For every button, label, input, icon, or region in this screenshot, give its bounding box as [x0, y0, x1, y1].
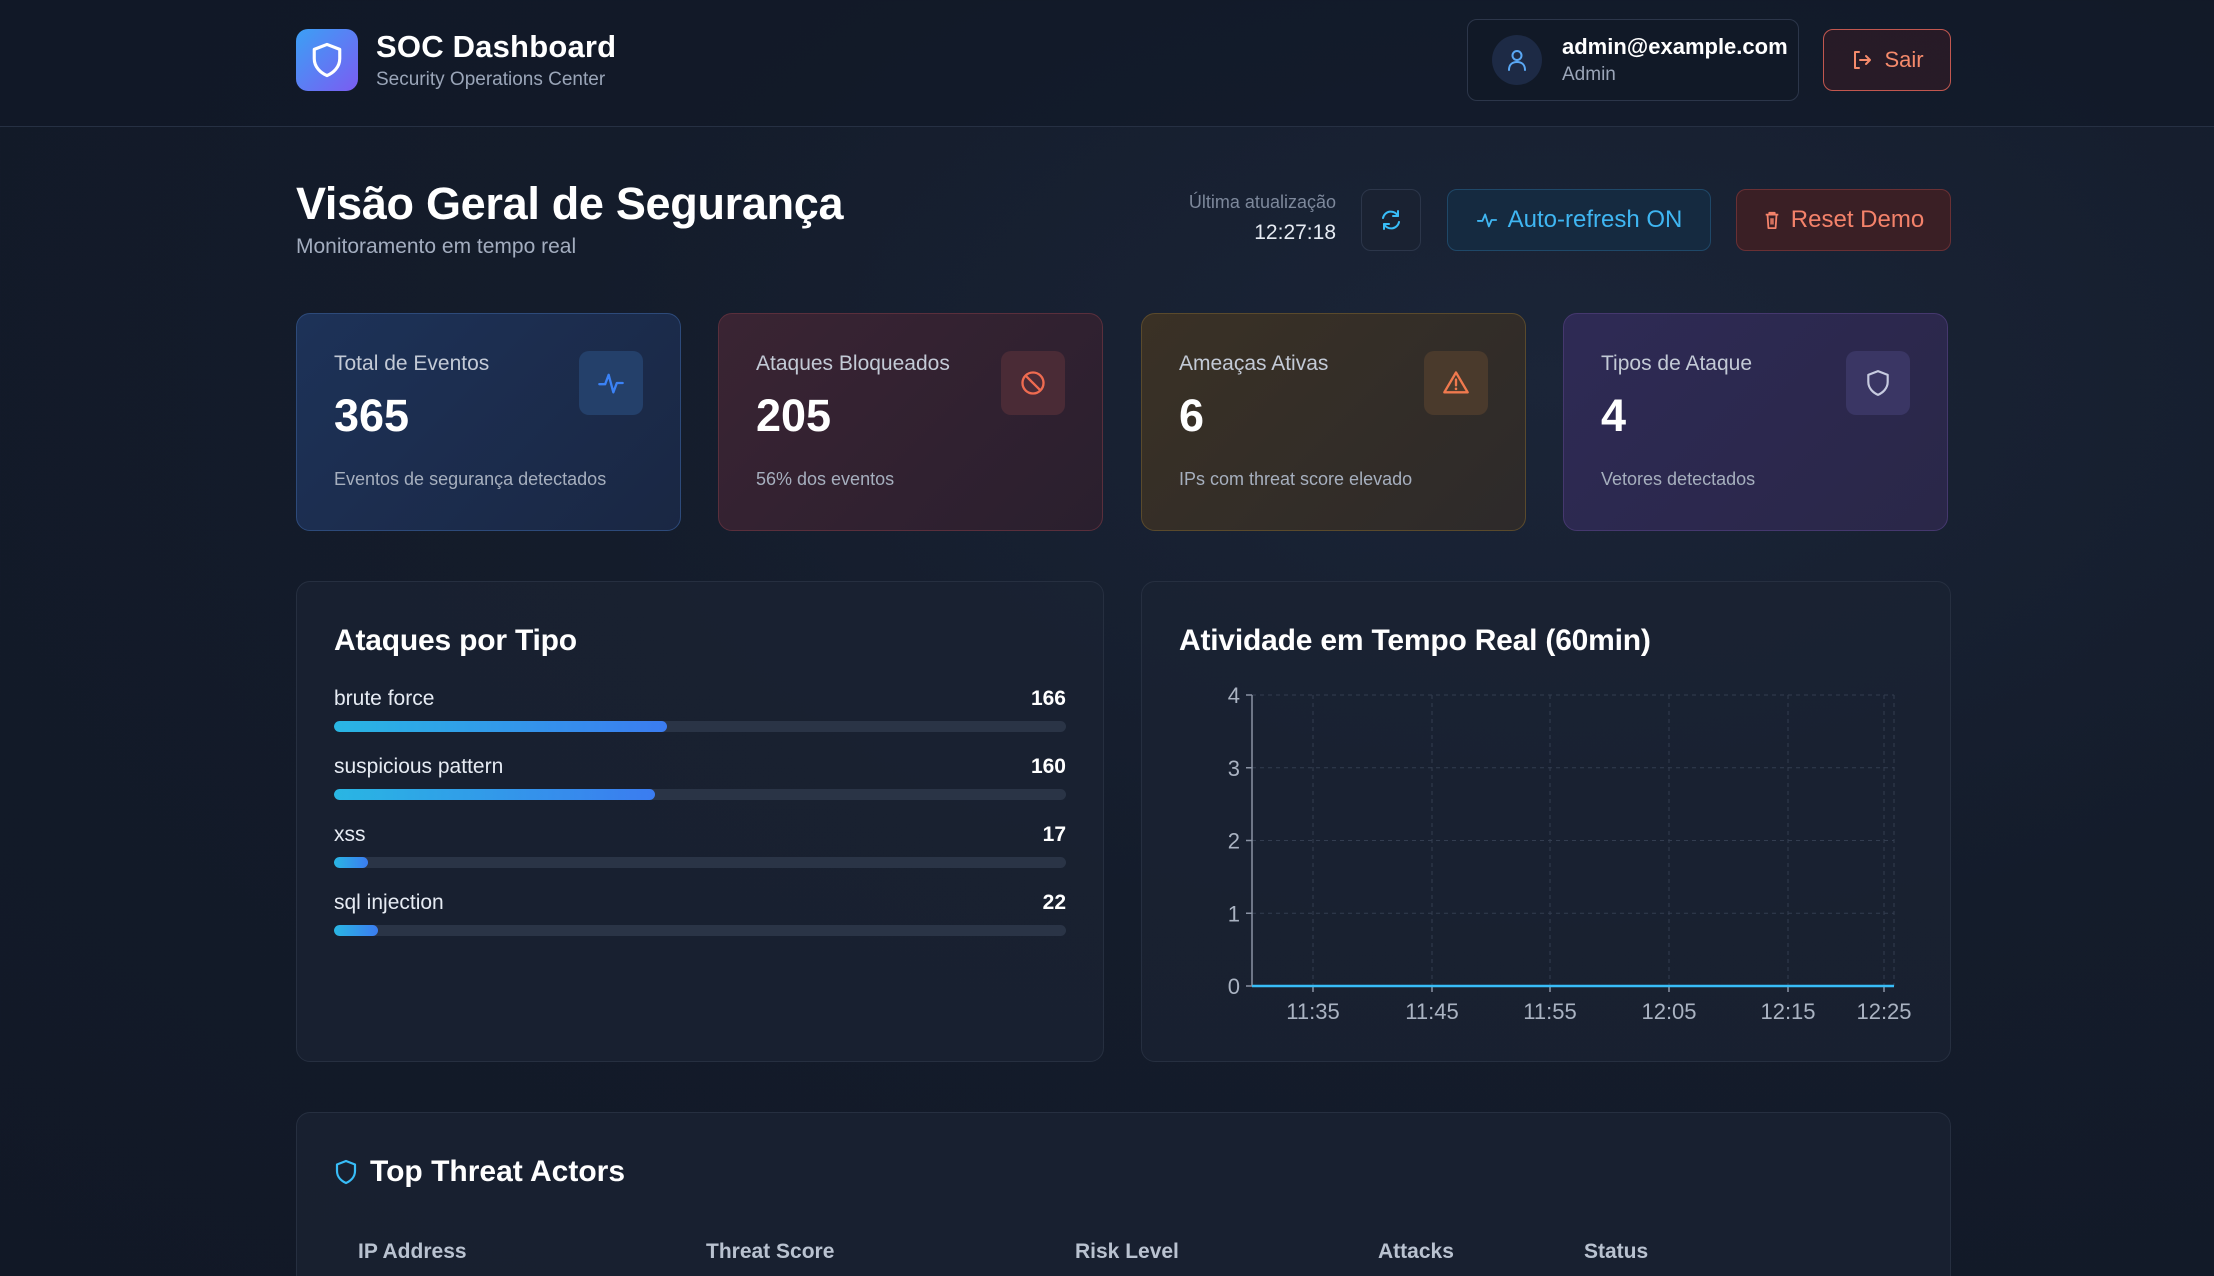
user-menu[interactable]: admin@example.com Admin — [1467, 19, 1799, 101]
attack-type-bar-track — [334, 857, 1066, 868]
x-tick-label: 12:05 — [1641, 999, 1696, 1024]
shield-icon — [1846, 351, 1910, 415]
stat-card-attack-types: Tipos de Ataque 4 Vetores detectados — [1563, 313, 1948, 531]
attack-type-count: 22 — [1042, 891, 1066, 914]
attack-type-bar-track — [334, 721, 1066, 732]
last-update: Última atualização 12:27:18 — [1150, 192, 1336, 245]
y-tick-label: 1 — [1228, 901, 1240, 926]
app-title: SOC Dashboard — [376, 29, 617, 64]
attack-type-count: 166 — [1030, 687, 1066, 710]
stat-description: Vetores detectados — [1601, 469, 1756, 489]
x-tick-label: 11:45 — [1405, 999, 1458, 1024]
x-tick-label: 12:15 — [1760, 999, 1815, 1024]
y-tick-label: 3 — [1228, 756, 1240, 781]
page-title: Visão Geral de Segurança — [296, 178, 844, 229]
attack-type-name: suspicious pattern — [334, 755, 504, 778]
stat-card-total-events: Total de Eventos 365 Eventos de seguranç… — [296, 313, 681, 531]
attack-type-bar-fill — [334, 789, 655, 800]
y-tick-label: 2 — [1228, 829, 1240, 854]
attack-type-count: 17 — [1042, 823, 1066, 846]
auto-refresh-label: Auto-refresh ON — [1507, 206, 1683, 233]
reset-demo-button[interactable]: Reset Demo — [1736, 189, 1951, 251]
logout-button[interactable]: Sair — [1823, 29, 1951, 91]
attack-type-bar-fill — [334, 925, 379, 936]
user-icon — [1492, 35, 1542, 85]
auto-refresh-toggle[interactable]: Auto-refresh ON — [1447, 189, 1711, 251]
user-email: admin@example.com — [1562, 34, 1788, 59]
x-tick-label: 11:35 — [1286, 999, 1339, 1024]
attack-type-name: brute force — [334, 687, 435, 710]
attack-type-count: 160 — [1030, 755, 1066, 778]
x-tick-label: 12:25 — [1856, 999, 1911, 1024]
stat-card-blocked-attacks: Ataques Bloqueados 205 56% dos eventos — [718, 313, 1103, 531]
column-header-status[interactable]: Status — [1584, 1240, 1648, 1264]
stat-description: Eventos de segurança detectados — [334, 469, 607, 489]
x-tick-label: 11:55 — [1523, 999, 1576, 1024]
activity-icon — [1476, 213, 1497, 228]
page-subtitle: Monitoramento em tempo real — [296, 235, 577, 258]
reset-demo-label: Reset Demo — [1790, 206, 1925, 233]
logout-label: Sair — [1884, 47, 1924, 72]
y-tick-label: 0 — [1228, 974, 1240, 999]
threat-actors-title: Top Threat Actors — [370, 1155, 626, 1188]
attack-type-bar-track — [334, 789, 1066, 800]
column-header-risk-level[interactable]: Risk Level — [1075, 1240, 1179, 1264]
user-role: Admin — [1562, 64, 1616, 85]
realtime-activity-panel: Atividade em Tempo Real (60min) 0 1 2 3 4 11:… — [1141, 581, 1951, 1062]
threat-actors-header: Top Threat Actors — [334, 1155, 625, 1189]
last-update-time: 12:27:18 — [1254, 221, 1336, 244]
attacks-by-type-panel: Ataques por Tipo brute force 166 suspiciou… — [296, 581, 1104, 1062]
attack-type-row: sql injection 22 — [334, 891, 1066, 936]
realtime-chart: 0 1 2 3 4 11:35 11:45 11:55 12:05 12:15 12:25 — [1228, 683, 1912, 1024]
attack-type-name: xss — [334, 823, 366, 846]
column-header-attacks[interactable]: Attacks — [1378, 1240, 1454, 1264]
refresh-button[interactable] — [1361, 189, 1421, 251]
attack-type-bar-fill — [334, 721, 667, 732]
attack-type-row: suspicious pattern 160 — [334, 755, 1066, 800]
stat-description: 56% dos eventos — [756, 469, 895, 489]
activity-icon — [579, 351, 643, 415]
stat-card-active-threats: Ameaças Ativas 6 IPs com threat score el… — [1141, 313, 1526, 531]
column-header-threat-score[interactable]: Threat Score — [706, 1240, 834, 1264]
last-update-label: Última atualização — [1188, 192, 1336, 212]
column-header-ip[interactable]: IP Address — [358, 1240, 467, 1264]
ban-icon — [1001, 351, 1065, 415]
attack-type-row: xss 17 — [334, 823, 1066, 868]
brand: SOC Dashboard Security Operations Center — [296, 29, 616, 91]
refresh-icon — [1382, 210, 1400, 230]
panel-title: Ataques por Tipo — [334, 624, 577, 657]
attack-type-row: brute force 166 — [334, 687, 1066, 732]
threat-actors-panel: Top Threat Actors IP Address Threat Scor… — [296, 1112, 1951, 1276]
logout-icon — [1854, 51, 1872, 69]
top-bar: SOC Dashboard Security Operations Center… — [0, 0, 2214, 127]
attack-type-bar-fill — [334, 857, 369, 868]
shield-icon — [335, 1159, 357, 1185]
shield-icon — [296, 29, 358, 91]
stat-description: IPs com threat score elevado — [1179, 469, 1413, 489]
trash-icon — [1765, 211, 1779, 229]
y-tick-label: 4 — [1228, 683, 1240, 708]
attack-type-name: sql injection — [334, 891, 444, 914]
app-subtitle: Security Operations Center — [376, 69, 606, 90]
alert-triangle-icon — [1424, 351, 1488, 415]
attack-type-bar-track — [334, 925, 1066, 936]
